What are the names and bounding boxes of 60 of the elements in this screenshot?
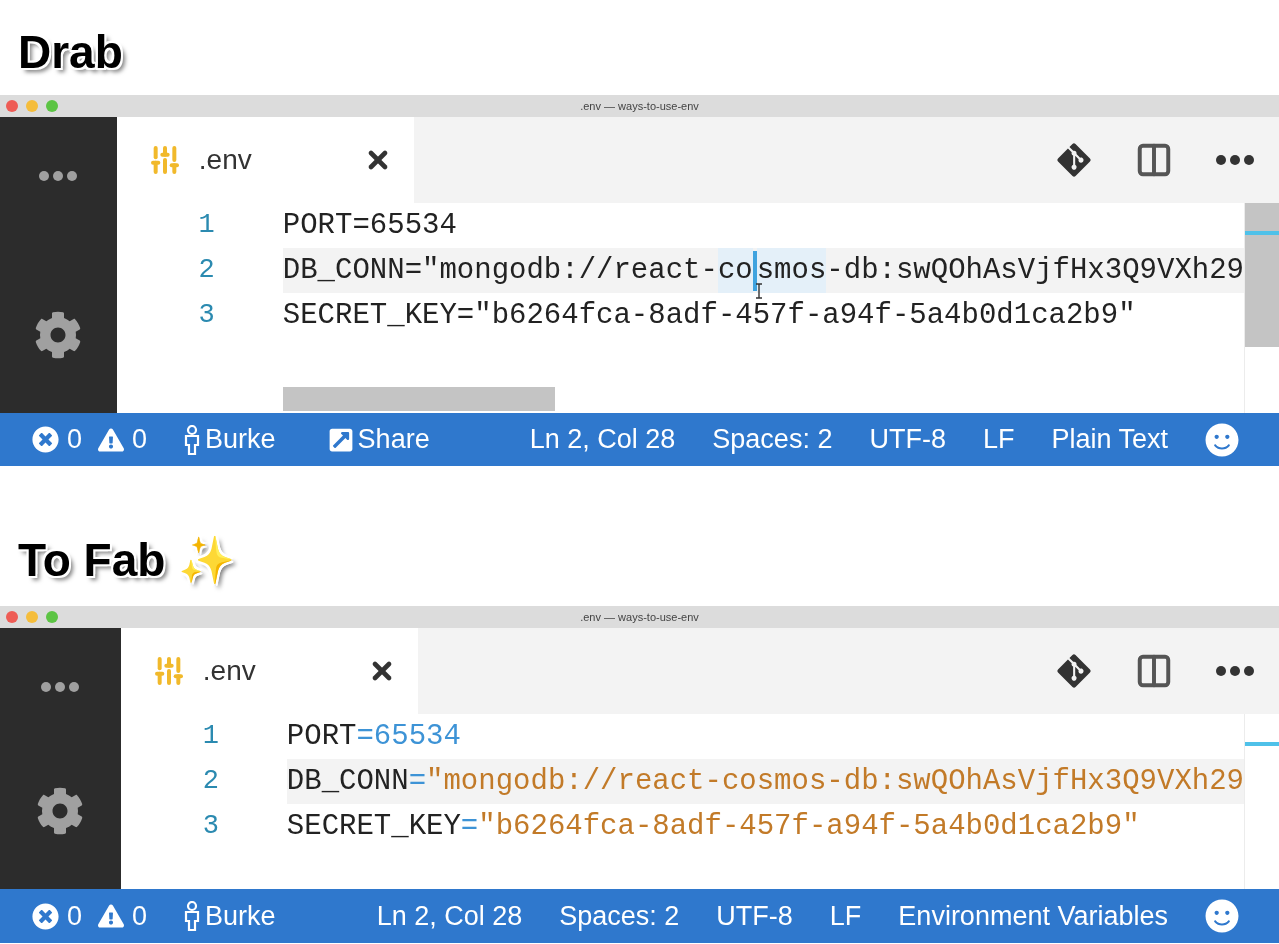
status-item[interactable]: Spaces: 2 <box>712 419 833 460</box>
status-item[interactable]: Ln 2, Col 28 <box>529 419 676 460</box>
warning-icon <box>98 903 125 929</box>
split-editor-icon[interactable] <box>1135 141 1173 179</box>
more-actions-icon[interactable] <box>1215 155 1255 165</box>
user-item[interactable]: Burke <box>183 419 276 460</box>
smiley-icon[interactable] <box>1205 422 1239 457</box>
line-number: 1 <box>197 209 215 243</box>
cursor-position-marker <box>1245 231 1279 235</box>
editor-tab[interactable]: .env <box>116 117 414 203</box>
person-icon <box>183 424 202 455</box>
status-item[interactable]: LF <box>829 895 862 937</box>
split-editor-icon[interactable] <box>1135 652 1173 690</box>
code-line: PORT=65534 <box>282 208 458 244</box>
status-item[interactable]: Ln 2, Col 28 <box>376 895 523 937</box>
text-cursor <box>752 250 757 291</box>
errors-count[interactable]: 0 <box>32 895 83 937</box>
window-title: .env — ways-to-use-env <box>580 609 699 625</box>
more-actions-icon[interactable] <box>1215 666 1255 676</box>
share-icon <box>327 426 354 453</box>
settings-icon[interactable] <box>36 787 85 835</box>
share-item[interactable]: Share <box>327 419 430 460</box>
error-icon <box>32 426 59 453</box>
code-line: PORT=65534 <box>286 719 462 755</box>
line-number: 3 <box>201 810 219 844</box>
status-item[interactable]: Environment Variables <box>898 895 1168 937</box>
cursor-position-marker <box>1245 742 1279 746</box>
editor-tab[interactable]: .env <box>120 628 418 714</box>
line-number: 2 <box>201 765 219 799</box>
more-icon[interactable] <box>38 171 79 181</box>
line-number: 1 <box>201 720 219 754</box>
warnings-count[interactable]: 0 <box>98 419 148 460</box>
status-item[interactable]: UTF-8 <box>869 419 946 460</box>
window-title: .env — ways-to-use-env <box>580 98 699 114</box>
settings-icon[interactable] <box>34 311 83 359</box>
line-number: 3 <box>197 299 215 333</box>
errors-count[interactable]: 0 <box>32 419 83 460</box>
line-number: 2 <box>197 254 215 288</box>
branch-diamond-icon[interactable] <box>1055 141 1093 179</box>
code-line: SECRET_KEY="b6264fca-8adf-457f-a94f-5a4b0d1ca2b9" <box>286 809 1141 845</box>
more-icon[interactable] <box>40 682 81 692</box>
warnings-count[interactable]: 0 <box>98 895 148 937</box>
status-item[interactable]: Plain Text <box>1051 419 1168 460</box>
error-icon <box>32 902 59 930</box>
status-item[interactable]: UTF-8 <box>716 895 793 937</box>
warning-icon <box>98 426 125 453</box>
sliders-icon <box>152 655 185 687</box>
horizontal-scrollbar-thumb[interactable] <box>282 387 555 411</box>
sliders-icon <box>148 144 181 176</box>
person-icon <box>183 901 202 931</box>
smiley-icon[interactable] <box>1205 899 1239 933</box>
branch-diamond-icon[interactable] <box>1055 652 1093 690</box>
status-item[interactable]: Spaces: 2 <box>559 895 680 937</box>
section-heading: Drab <box>18 26 123 78</box>
section-heading: To Fab ✨ <box>18 534 236 586</box>
code-line: SECRET_KEY="b6264fca-8adf-457f-a94f-5a4b0d1ca2b9" <box>282 298 1137 334</box>
status-item[interactable]: LF <box>982 419 1015 460</box>
user-item[interactable]: Burke <box>183 895 276 937</box>
mouse-ibeam-icon <box>754 283 763 299</box>
vertical-scrollbar-thumb[interactable] <box>1245 203 1279 347</box>
